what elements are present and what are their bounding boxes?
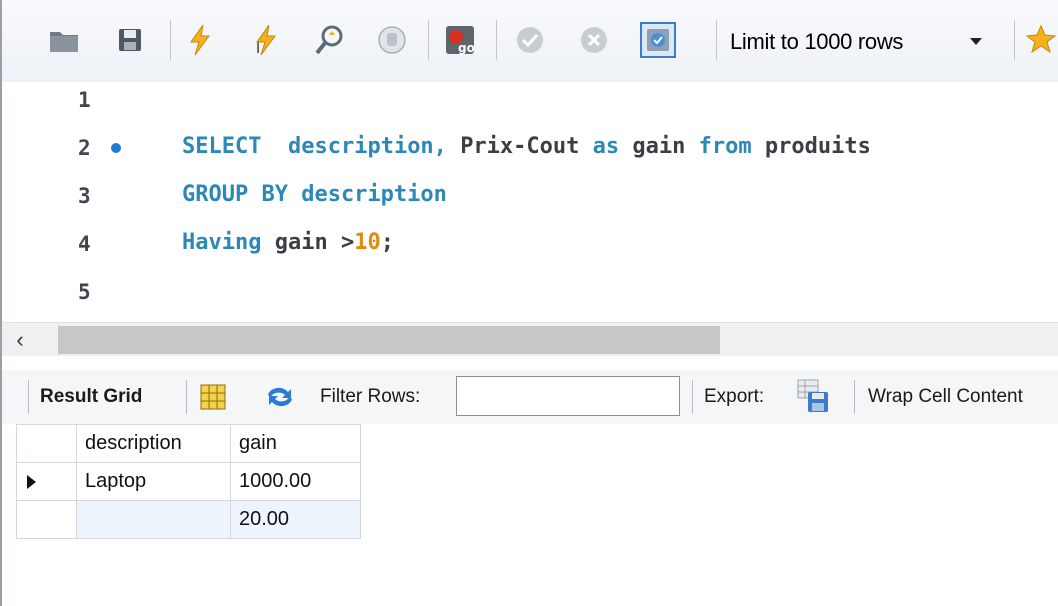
explain-magnifier-icon[interactable] [312, 22, 348, 58]
keyword-select: SELECT [182, 134, 262, 159]
beautify-star-icon[interactable] [1024, 22, 1058, 58]
toggle-error-icon[interactable]: go [442, 22, 478, 58]
table-cell[interactable]: 1000.00 [230, 462, 361, 501]
row-header[interactable] [16, 462, 77, 501]
row-header-corner [16, 424, 77, 463]
having-value: 10 [354, 230, 381, 255]
table-name: produits [764, 134, 871, 159]
having-condition: gain > [274, 230, 355, 255]
scroll-left-arrow-icon[interactable]: ‹ [8, 327, 32, 353]
svg-text:go: go [458, 41, 475, 55]
editor-horizontal-scrollbar[interactable]: ‹ [2, 322, 1058, 356]
wrap-cell-content-label[interactable]: Wrap Cell Content [868, 386, 1023, 408]
svg-text:I: I [256, 41, 260, 57]
result-toolbar: Result Grid Filter Rows: Export: Wrap Ce… [2, 370, 1058, 424]
table-cell[interactable]: Laptop [76, 462, 231, 501]
toolbar-separator [716, 20, 717, 60]
toolbar-separator [854, 380, 855, 414]
line-number: 3 [78, 184, 91, 208]
expression: Prix-Cout [460, 134, 580, 159]
toolbar-separator [170, 20, 171, 60]
toolbar-separator [186, 380, 187, 414]
column-list: description, [287, 134, 447, 159]
code-line-4: Having gain >10; [182, 230, 394, 255]
line-number: 5 [78, 280, 91, 304]
group-by-clause: GROUP BY description [182, 182, 447, 207]
result-grid: description gain Laptop 1000.00 20.00 [16, 424, 361, 539]
grid-header-row: description gain [16, 424, 361, 463]
save-icon[interactable] [112, 22, 148, 58]
execute-lightning-icon[interactable] [182, 22, 218, 58]
filter-rows-label: Filter Rows: [320, 386, 421, 407]
chevron-down-icon[interactable] [970, 38, 982, 45]
sql-editor[interactable]: 1 2 3 4 5 SELECT description, Prix-Cout … [2, 82, 1058, 322]
column-header-gain[interactable]: gain [230, 424, 361, 463]
editor-toolbar: I go Limit to 1000 rows [2, 0, 1058, 82]
alias: gain [632, 134, 686, 159]
form-editor-grid-icon[interactable] [198, 382, 228, 412]
scrollbar-thumb[interactable] [58, 326, 720, 354]
row-header[interactable] [16, 500, 77, 539]
filter-rows-input[interactable] [456, 376, 680, 416]
line-number: 1 [78, 88, 91, 112]
statement-terminator: ; [380, 230, 394, 255]
result-grid-tab[interactable]: Result Grid [40, 386, 142, 408]
toolbar-separator [692, 380, 693, 414]
autocommit-toggle-icon[interactable] [640, 22, 676, 58]
statement-marker-dot [111, 143, 121, 153]
export-label: Export: [704, 386, 765, 407]
column-header-description[interactable]: description [76, 424, 231, 463]
code-line-3: GROUP BY description [182, 182, 447, 207]
rollback-cancel-icon[interactable] [576, 22, 612, 58]
keyword-from: from [698, 134, 752, 159]
commit-check-icon[interactable] [512, 22, 548, 58]
table-cell[interactable] [76, 500, 231, 539]
table-row[interactable]: 20.00 [16, 500, 361, 539]
table-row[interactable]: Laptop 1000.00 [16, 462, 361, 501]
table-cell[interactable]: 20.00 [230, 500, 361, 539]
export-save-icon[interactable] [796, 378, 832, 414]
limit-rows-label: Limit to 1000 rows [730, 29, 904, 54]
keyword-having: Having [182, 230, 262, 255]
limit-rows-select[interactable]: Limit to 1000 rows [728, 22, 1012, 62]
toolbar-separator [1014, 20, 1015, 60]
sql-editor-window: I go Limit to 1000 rows 1 2 3 4 5 SELECT… [0, 0, 1058, 606]
open-folder-icon[interactable] [46, 22, 82, 58]
toolbar-separator [496, 20, 497, 60]
toolbar-separator [428, 20, 429, 60]
stop-hand-icon[interactable] [374, 22, 410, 58]
execute-current-statement-icon[interactable]: I [248, 22, 284, 58]
toolbar-separator [28, 380, 29, 414]
current-row-arrow-icon [27, 474, 36, 489]
line-number: 4 [78, 232, 91, 256]
refresh-arrows-icon[interactable] [264, 382, 296, 412]
code-line-2: SELECT description, Prix-Cout as gain fr… [182, 134, 871, 159]
keyword-as: as [592, 134, 620, 159]
